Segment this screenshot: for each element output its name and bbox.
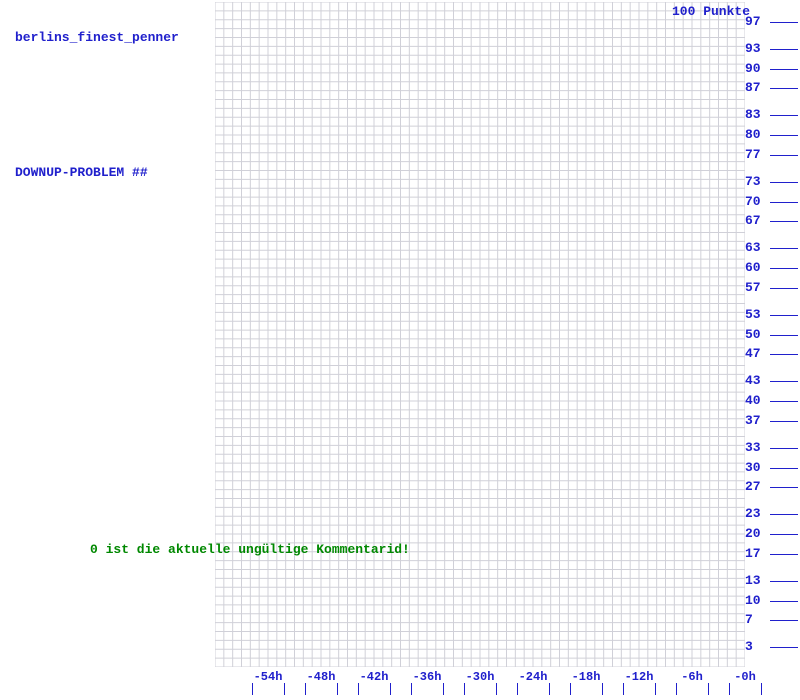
x-tick-label: -6h — [681, 670, 703, 684]
y-tick-label: 10 — [745, 593, 761, 608]
y-tick-mark — [770, 581, 798, 582]
x-tick-label: -0h — [734, 670, 756, 684]
y-tick-mark — [770, 88, 798, 89]
x-tick-label: -48h — [307, 670, 336, 684]
y-tick-label: 23 — [745, 506, 761, 521]
x-tick-mark — [708, 683, 709, 695]
y-tick-label: 67 — [745, 213, 761, 228]
y-tick-mark — [770, 155, 798, 156]
x-tick-label: -54h — [254, 670, 283, 684]
y-tick-mark — [770, 315, 798, 316]
y-tick-label: 70 — [745, 194, 761, 209]
x-tick-mark — [602, 683, 603, 695]
y-tick-mark — [770, 288, 798, 289]
x-tick-label: -36h — [413, 670, 442, 684]
y-tick-mark — [770, 647, 798, 648]
y-tick-label: 73 — [745, 174, 761, 189]
problem-label: DOWNUP-PROBLEM ## — [15, 165, 148, 180]
x-tick-label: -18h — [572, 670, 601, 684]
y-tick-mark — [770, 135, 798, 136]
y-tick-mark — [770, 468, 798, 469]
y-tick-mark — [770, 202, 798, 203]
y-tick-label: 77 — [745, 147, 761, 162]
y-tick-mark — [770, 448, 798, 449]
y-tick-mark — [770, 69, 798, 70]
y-tick-label: 7 — [745, 612, 753, 627]
x-tick-mark — [676, 683, 677, 695]
y-tick-label: 63 — [745, 240, 761, 255]
y-tick-mark — [770, 421, 798, 422]
y-tick-mark — [770, 268, 798, 269]
x-tick-mark — [284, 683, 285, 695]
y-tick-label: 87 — [745, 80, 761, 95]
x-tick-mark — [411, 683, 412, 695]
x-tick-mark — [496, 683, 497, 695]
y-tick-label: 43 — [745, 373, 761, 388]
x-tick-mark — [729, 683, 730, 695]
y-tick-mark — [770, 534, 798, 535]
y-tick-label: 83 — [745, 107, 761, 122]
x-tick-mark — [443, 683, 444, 695]
x-tick-mark — [623, 683, 624, 695]
y-tick-label: 93 — [745, 41, 761, 56]
y-tick-mark — [770, 554, 798, 555]
y-tick-label: 13 — [745, 573, 761, 588]
chart-grid — [215, 2, 745, 667]
y-tick-label: 50 — [745, 327, 761, 342]
x-tick-mark — [549, 683, 550, 695]
y-tick-label: 53 — [745, 307, 761, 322]
y-tick-mark — [770, 248, 798, 249]
y-tick-label: 60 — [745, 260, 761, 275]
y-tick-label: 17 — [745, 546, 761, 561]
y-tick-mark — [770, 221, 798, 222]
x-tick-label: -24h — [519, 670, 548, 684]
x-tick-label: -30h — [466, 670, 495, 684]
y-tick-label: 57 — [745, 280, 761, 295]
x-tick-mark — [390, 683, 391, 695]
y-tick-label: 80 — [745, 127, 761, 142]
y-tick-mark — [770, 401, 798, 402]
y-tick-mark — [770, 22, 798, 23]
y-tick-label: 3 — [745, 639, 753, 654]
y-tick-mark — [770, 49, 798, 50]
y-tick-label: 90 — [745, 61, 761, 76]
y-tick-mark — [770, 601, 798, 602]
x-tick-mark — [655, 683, 656, 695]
y-tick-mark — [770, 335, 798, 336]
y-tick-mark — [770, 115, 798, 116]
x-tick-mark — [517, 683, 518, 695]
y-tick-mark — [770, 487, 798, 488]
y-tick-mark — [770, 620, 798, 621]
x-tick-mark — [358, 683, 359, 695]
x-tick-mark — [305, 683, 306, 695]
x-tick-mark — [761, 683, 762, 695]
y-tick-label: 47 — [745, 346, 761, 361]
y-tick-label: 30 — [745, 460, 761, 475]
y-tick-mark — [770, 514, 798, 515]
y-tick-label: 40 — [745, 393, 761, 408]
y-axis-title: 100 Punkte — [672, 4, 750, 19]
x-tick-mark — [252, 683, 253, 695]
footer-message: 0 ist die aktuelle ungültige Kommentarid… — [90, 542, 410, 557]
x-tick-mark — [464, 683, 465, 695]
y-tick-label: 97 — [745, 14, 761, 29]
x-tick-mark — [570, 683, 571, 695]
y-tick-label: 27 — [745, 479, 761, 494]
x-tick-label: -12h — [625, 670, 654, 684]
y-tick-label: 33 — [745, 440, 761, 455]
y-tick-mark — [770, 354, 798, 355]
y-tick-label: 37 — [745, 413, 761, 428]
user-label: berlins_finest_penner — [15, 30, 179, 45]
x-tick-label: -42h — [360, 670, 389, 684]
y-tick-label: 20 — [745, 526, 761, 541]
y-tick-mark — [770, 182, 798, 183]
x-tick-mark — [337, 683, 338, 695]
y-tick-mark — [770, 381, 798, 382]
